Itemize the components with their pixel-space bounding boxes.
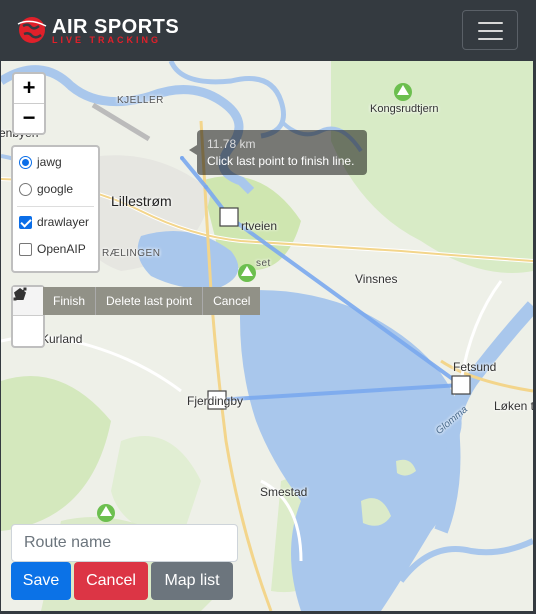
layer-control: jawg google drawlayer OpenAIP [11, 145, 100, 273]
radio-button-selected[interactable] [19, 155, 32, 169]
layer-label: jawg [37, 155, 62, 169]
park-marker-icon [238, 264, 256, 282]
draw-toolbar [11, 285, 45, 348]
guide-dot [204, 185, 208, 189]
navbar-toggle-button[interactable] [462, 10, 518, 50]
tooltip-distance: 11.78 km [207, 137, 256, 151]
layer-label: google [37, 182, 74, 196]
draw-actions-bar: Finish Delete last point Cancel [43, 287, 261, 315]
place-label-vinsnes: Vinsnes [355, 272, 398, 286]
hamburger-icon-line [478, 38, 503, 40]
checkbox[interactable] [19, 242, 32, 256]
draw-tooltip: 11.78 km Click last point to finish line… [189, 130, 367, 175]
place-label-kjeller: KJELLER [117, 95, 164, 106]
place-label-loken: Løken t [494, 399, 533, 413]
layer-option-jawg[interactable]: jawg [19, 152, 62, 172]
place-label-fetsund: Fetsund [453, 360, 497, 374]
tooltip-hint: Click last point to finish line. [207, 154, 355, 168]
overlay-option-drawlayer[interactable]: drawlayer [19, 212, 89, 232]
route-waypoint[interactable] [219, 207, 239, 227]
brand-subtitle: LIVE TRACKING [52, 35, 162, 45]
radio-button[interactable] [19, 182, 32, 196]
overlay-label: OpenAIP [37, 242, 86, 256]
zoom-out-button[interactable]: − [14, 104, 44, 134]
map-list-button[interactable]: Map list [151, 562, 233, 600]
finish-button[interactable]: Finish [43, 287, 95, 315]
place-label-set: set [256, 258, 271, 269]
guide-dot [180, 156, 184, 160]
place-label-kongsrudtjern: Kongsrudtjern [370, 103, 439, 115]
place-label-lillestrom: Lillestrøm [111, 193, 172, 209]
hamburger-icon [478, 22, 503, 24]
save-button[interactable]: Save [11, 562, 71, 600]
polygon-icon [14, 288, 26, 300]
top-navbar: AIR SPORTS LIVE TRACKING [0, 0, 536, 60]
route-waypoint[interactable] [451, 375, 471, 395]
cancel-draw-button[interactable]: Cancel [202, 287, 260, 315]
cancel-button[interactable]: Cancel [74, 562, 148, 600]
draw-polygon-button[interactable] [13, 288, 43, 345]
layer-option-google[interactable]: google [19, 179, 73, 199]
overlay-label: drawlayer [37, 215, 90, 229]
place-label-kurland: Kurland [41, 332, 83, 346]
place-label-fjerdingby: Fjerdingby [187, 394, 244, 408]
park-marker-icon [394, 83, 412, 101]
zoom-in-button[interactable]: + [14, 74, 44, 104]
globe-logo-icon [17, 17, 47, 43]
brand-logo[interactable]: AIR SPORTS LIVE TRACKING [16, 14, 186, 48]
park-marker-icon [97, 504, 115, 522]
route-name-input[interactable]: Route name [11, 524, 238, 562]
place-label-aelingen: RÆLINGEN [102, 248, 161, 259]
map-canvas[interactable]: KJELLER Kongsrudtjern enbyen Lillestrøm … [1, 61, 533, 611]
layer-divider [17, 206, 94, 207]
checkbox-checked[interactable] [19, 215, 32, 229]
overlay-option-openaip[interactable]: OpenAIP [19, 239, 86, 259]
hamburger-icon-line [478, 30, 503, 32]
place-label-veien: rtveien [241, 219, 278, 233]
zoom-control: + − [12, 72, 46, 135]
place-label-smestad: Smestad [260, 485, 308, 499]
delete-last-point-button[interactable]: Delete last point [95, 287, 202, 315]
